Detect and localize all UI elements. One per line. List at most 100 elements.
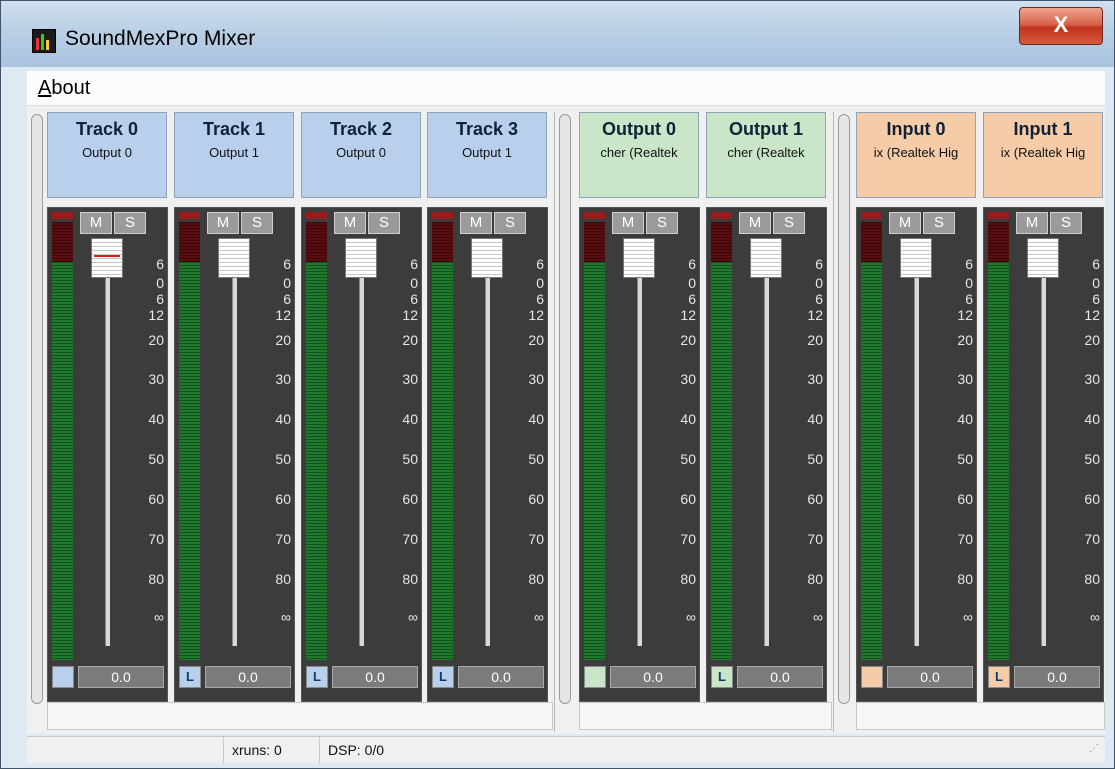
link-button[interactable]: L [711, 666, 733, 688]
solo-button[interactable]: S [1050, 212, 1082, 234]
scale-tick-label: 60 [1084, 491, 1100, 507]
strip-name: Track 0 [75, 119, 139, 139]
meter-level-zone [52, 262, 73, 660]
scale-tick-label: 6 [1092, 291, 1100, 307]
mute-button[interactable]: M [1016, 212, 1048, 234]
clip-indicator[interactable] [861, 212, 882, 219]
group-separator [833, 112, 834, 732]
scale-tick-label: 60 [528, 491, 544, 507]
scale-tick-label: 20 [957, 332, 973, 348]
mute-button[interactable]: M [739, 212, 771, 234]
fader-track [485, 248, 490, 646]
clip-indicator[interactable] [711, 212, 732, 219]
scale-tick-label: 6 [536, 256, 544, 272]
gain-value[interactable]: 0.0 [458, 666, 544, 688]
link-button[interactable]: L [988, 666, 1010, 688]
resize-grip-icon[interactable]: ⋰ [1089, 743, 1099, 754]
scale-tick-label: 40 [680, 411, 696, 427]
scale-tick-label: 12 [275, 307, 291, 323]
strip-controls: M S 6 0 6 12 20 30 40 50 60 70 80 ∞ 0.0 [47, 207, 168, 702]
strip-routing: Output 1 [462, 145, 512, 160]
mute-button[interactable]: M [460, 212, 492, 234]
fader-knob[interactable] [91, 238, 123, 278]
mixer-app-icon [32, 29, 56, 53]
solo-button[interactable]: S [241, 212, 273, 234]
mute-button[interactable]: M [889, 212, 921, 234]
strip-header[interactable]: Input 0 ix (Realtek Hig [856, 112, 976, 198]
close-button[interactable]: X [1019, 7, 1103, 45]
link-button[interactable]: L [179, 666, 201, 688]
clip-indicator[interactable] [584, 212, 605, 219]
clip-indicator[interactable] [179, 212, 200, 219]
meter-overload-zone [52, 222, 73, 262]
solo-button[interactable]: S [646, 212, 678, 234]
strip-header[interactable]: Track 0 Output 0 [47, 112, 167, 198]
fader-knob[interactable] [1027, 238, 1059, 278]
solo-button[interactable]: S [368, 212, 400, 234]
solo-button[interactable]: S [494, 212, 526, 234]
gain-value[interactable]: 0.0 [887, 666, 973, 688]
solo-button[interactable]: S [773, 212, 805, 234]
group-divider-tracks[interactable] [31, 114, 43, 704]
mute-button[interactable]: M [612, 212, 644, 234]
group-divider-outputs[interactable] [559, 114, 571, 704]
scale-tick-label: 6 [156, 256, 164, 272]
gain-value[interactable]: 0.0 [1014, 666, 1100, 688]
level-meter [584, 222, 605, 660]
gain-value[interactable]: 0.0 [78, 666, 164, 688]
strip-header[interactable]: Track 1 Output 1 [174, 112, 294, 198]
fader-knob[interactable] [750, 238, 782, 278]
scale-tick-label: 6 [536, 291, 544, 307]
fader-knob[interactable] [471, 238, 503, 278]
clip-indicator[interactable] [988, 212, 1009, 219]
scale-tick-label: 20 [402, 332, 418, 348]
fader-track [1041, 248, 1046, 646]
link-button[interactable] [861, 666, 883, 688]
clip-indicator[interactable] [432, 212, 453, 219]
scale-tick-label: ∞ [281, 609, 291, 625]
strip-header[interactable]: Input 1 ix (Realtek Hig [983, 112, 1103, 198]
scale-tick-label: ∞ [813, 609, 823, 625]
link-button[interactable] [52, 666, 74, 688]
link-button[interactable]: L [432, 666, 454, 688]
mute-button[interactable]: M [207, 212, 239, 234]
strip-routing: ix (Realtek Hig [873, 145, 959, 160]
mute-button[interactable]: M [80, 212, 112, 234]
scale-tick-label: 12 [402, 307, 418, 323]
level-meter [711, 222, 732, 660]
scale-tick-label: 40 [402, 411, 418, 427]
strip-header[interactable]: Track 2 Output 0 [301, 112, 421, 198]
fader-scale: 6 0 6 12 20 30 40 50 60 70 80 ∞ [382, 256, 418, 656]
fader-knob[interactable] [900, 238, 932, 278]
strip-header[interactable]: Output 1 cher (Realtek [706, 112, 826, 198]
gain-value[interactable]: 0.0 [737, 666, 823, 688]
mute-button[interactable]: M [334, 212, 366, 234]
solo-button[interactable]: S [114, 212, 146, 234]
group-divider-inputs[interactable] [838, 114, 850, 704]
scale-tick-label: 80 [402, 571, 418, 587]
scale-tick-label: 50 [148, 451, 164, 467]
gain-value[interactable]: 0.0 [205, 666, 291, 688]
scale-tick-label: ∞ [963, 609, 973, 625]
fader-knob[interactable] [218, 238, 250, 278]
title-bar[interactable]: SoundMexPro Mixer X [1, 1, 1114, 67]
menu-item-about[interactable]: About [38, 77, 90, 100]
strip-header[interactable]: Track 3 Output 1 [427, 112, 547, 198]
scale-tick-label: 50 [275, 451, 291, 467]
fader-knob[interactable] [623, 238, 655, 278]
channel-strip: Track 2 Output 0 M S 6 0 6 12 20 30 40 50 60 70 80… [301, 112, 422, 702]
link-button[interactable]: L [306, 666, 328, 688]
solo-button[interactable]: S [923, 212, 955, 234]
fader-track [637, 248, 642, 646]
clip-indicator[interactable] [52, 212, 73, 219]
link-button[interactable] [584, 666, 606, 688]
fader-knob[interactable] [345, 238, 377, 278]
scale-tick-label: 6 [965, 291, 973, 307]
clip-indicator[interactable] [306, 212, 327, 219]
gain-value[interactable]: 0.0 [610, 666, 696, 688]
channel-strip: Track 0 Output 0 M S 6 0 6 12 20 30 40 50 60 70 80… [47, 112, 168, 702]
strip-header[interactable]: Output 0 cher (Realtek [579, 112, 699, 198]
gain-value[interactable]: 0.0 [332, 666, 418, 688]
level-meter [988, 222, 1009, 660]
scale-tick-label: 12 [680, 307, 696, 323]
